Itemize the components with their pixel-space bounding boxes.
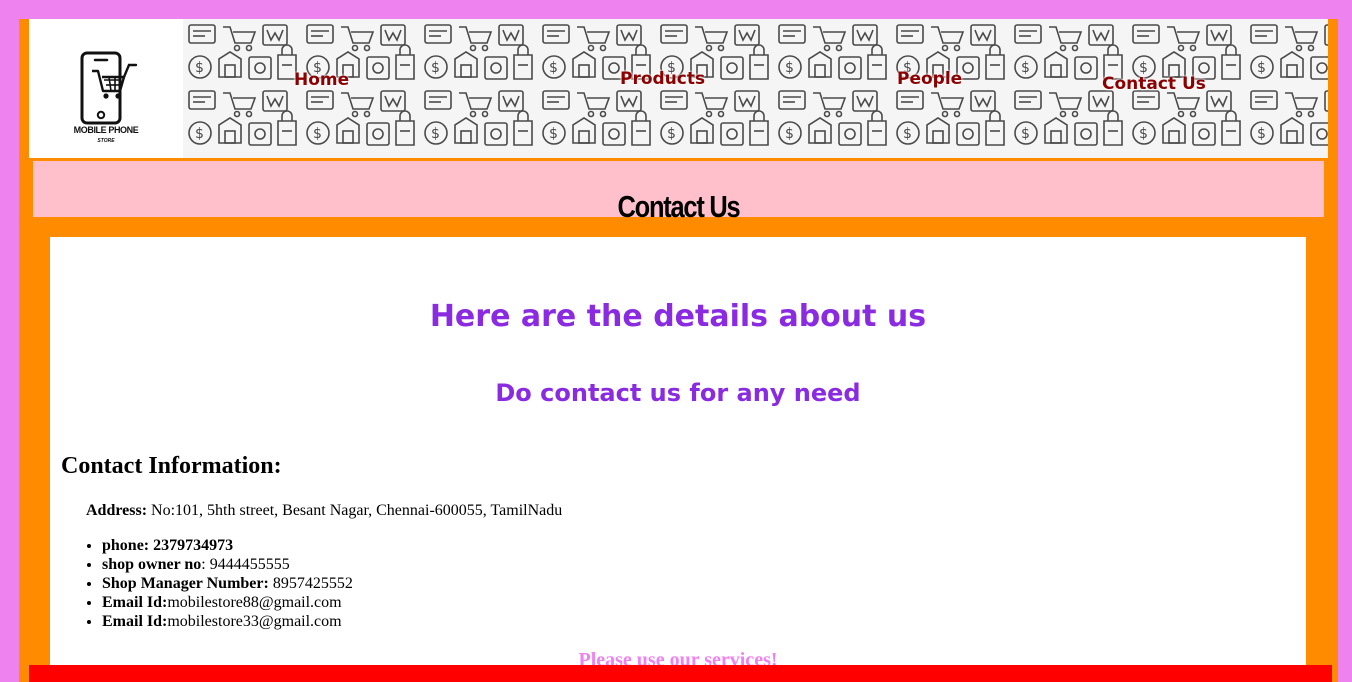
contact-value: : 9444455555	[201, 556, 290, 573]
contact-subheading: Do contact us for any need	[495, 379, 861, 407]
contact-label: Shop Manager Number:	[102, 575, 269, 592]
contact-owner-number: shop owner no: 9444455555	[102, 555, 353, 574]
logo-title: MOBILE PHONE	[73, 125, 139, 135]
address-label: Address:	[86, 502, 148, 519]
contact-content-panel: Here are the details about us Do contact…	[50, 237, 1306, 682]
nav-contact-link[interactable]: Contact Us	[1102, 74, 1206, 94]
nav-people-link[interactable]: People	[897, 69, 962, 89]
site-header: $	[29, 19, 1328, 158]
contact-value: mobilestore88@gmail.com	[167, 594, 342, 611]
address-line: Address: No:101, 5hth street, Besant Nag…	[86, 501, 562, 521]
logo-subtitle: STORE	[97, 138, 115, 144]
contact-email-1: Email Id:mobilestore88@gmail.com	[102, 593, 353, 612]
contact-details-list: phone: 2379734973 shop owner no: 9444455…	[60, 536, 353, 631]
contact-email-2: Email Id:mobilestore33@gmail.com	[102, 612, 353, 631]
contact-label: Email Id:	[102, 613, 168, 630]
contact-information-heading: Contact Information:	[61, 453, 282, 479]
nav-products-link[interactable]: Products	[620, 69, 705, 89]
contact-phone: phone: 2379734973	[102, 536, 353, 555]
details-heading: Here are the details about us	[429, 299, 927, 334]
contact-label: phone: 2379734973	[102, 537, 234, 554]
page-frame: $	[19, 19, 1338, 682]
page-title: Contact Us	[617, 189, 741, 224]
contact-label: Email Id:	[102, 594, 168, 611]
store-logo[interactable]: MOBILE PHONE STORE	[29, 19, 183, 158]
contact-label: shop owner no	[102, 556, 202, 573]
footer-bar	[29, 665, 1332, 682]
nav-home-link[interactable]: Home	[294, 70, 349, 90]
address-value: No:101, 5hth street, Besant Nagar, Chenn…	[147, 502, 563, 519]
contact-value: 8957425552	[268, 575, 353, 592]
contact-manager-number: Shop Manager Number: 8957425552	[102, 574, 353, 593]
contact-value: mobilestore33@gmail.com	[167, 613, 342, 630]
